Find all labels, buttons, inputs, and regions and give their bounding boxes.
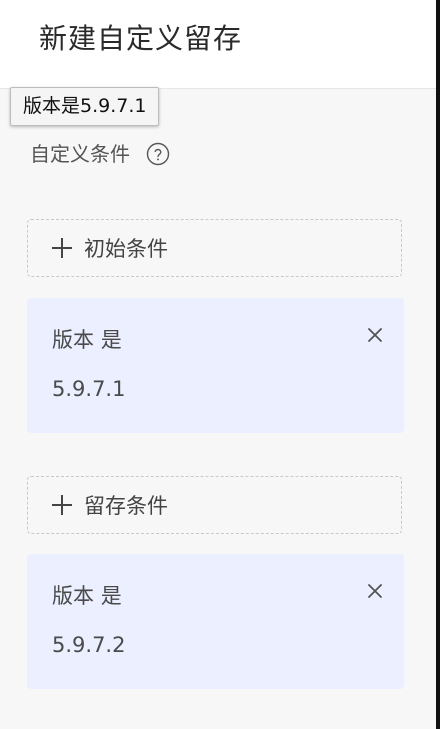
condition-value: 5.9.7.1 [52, 377, 126, 401]
add-initial-condition-label: 初始条件 [84, 237, 168, 261]
help-circle-icon[interactable] [146, 142, 170, 166]
window-edge [436, 0, 440, 729]
custom-conditions-section: 自定义条件 [30, 140, 170, 168]
condition-operator: 是 [100, 328, 122, 352]
close-icon[interactable] [366, 326, 384, 344]
add-retention-condition-label: 留存条件 [84, 494, 168, 518]
section-label: 自定义条件 [30, 142, 130, 166]
condition-field: 版本 [52, 584, 94, 608]
retention-condition-rule: 版本 是 [52, 581, 122, 611]
initial-condition-card: 版本 是 5.9.7.1 [27, 298, 404, 433]
plus-icon [52, 238, 72, 258]
page-header: 新建自定义留存 [0, 0, 436, 89]
close-icon[interactable] [366, 582, 384, 600]
retention-condition-card: 版本 是 5.9.7.2 [27, 554, 404, 689]
add-retention-condition-button[interactable]: 留存条件 [27, 476, 402, 534]
condition-field: 版本 [52, 328, 94, 352]
add-initial-condition-button[interactable]: 初始条件 [27, 219, 402, 277]
initial-condition-rule: 版本 是 [52, 325, 122, 355]
page-title: 新建自定义留存 [39, 22, 243, 55]
tooltip: 版本是5.9.7.1 [10, 87, 160, 126]
condition-operator: 是 [100, 584, 122, 608]
condition-value: 5.9.7.2 [52, 633, 126, 657]
plus-icon [52, 495, 72, 515]
